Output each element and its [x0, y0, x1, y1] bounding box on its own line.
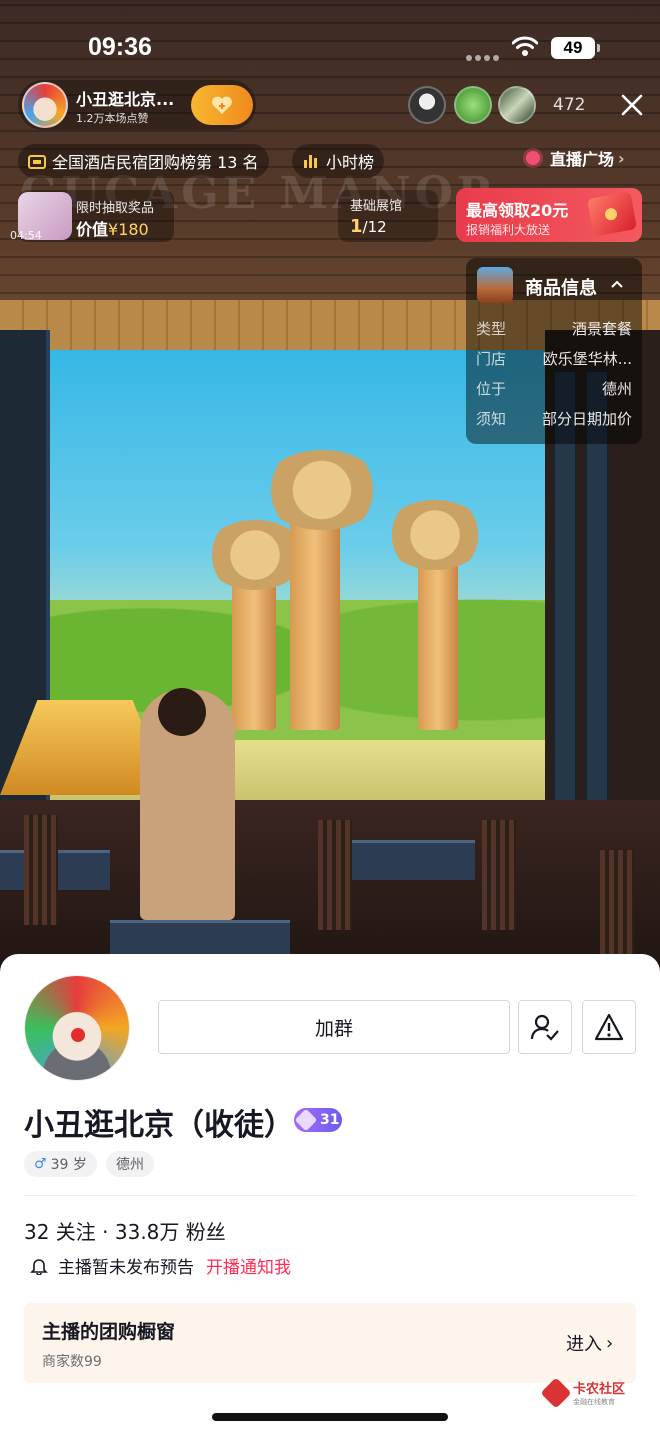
- shop-subtitle: 商家数99: [42, 1354, 102, 1370]
- profile-name: 小丑逛北京（收徒）: [24, 1108, 294, 1143]
- close-icon[interactable]: [620, 93, 644, 117]
- shop-title: 主播的团购橱窗: [42, 1321, 176, 1343]
- battery-indicator: 49: [551, 37, 600, 59]
- baobab-crown: [262, 450, 382, 530]
- follow-stats[interactable]: 32 关注 · 33.8万 粉丝: [24, 1216, 226, 1245]
- divider: [24, 1195, 636, 1196]
- exhibit-page: 1/12: [350, 216, 387, 237]
- status-time: 09:36: [88, 33, 152, 61]
- exhibit-current: 1: [350, 216, 363, 237]
- heart-plus-icon: [212, 96, 232, 114]
- product-thumbnail: [477, 267, 513, 303]
- baobab-crown: [385, 500, 485, 570]
- red-envelope-icon: [587, 191, 637, 237]
- table: [335, 840, 475, 880]
- hotel-icon: [28, 155, 46, 169]
- viewer-avatar[interactable]: [454, 86, 492, 124]
- broadcast-notice: 主播暂未发布预告 开播通知我: [30, 1253, 291, 1278]
- male-icon: ♂: [34, 1156, 47, 1172]
- prize-timer: 04:54: [10, 229, 42, 242]
- prize-value-label: 价值: [76, 220, 109, 239]
- profile-avatar[interactable]: [24, 975, 130, 1081]
- bell-icon: [30, 1258, 48, 1275]
- community-watermark: 卡农社区 金融在线教育: [540, 1376, 625, 1409]
- bar-chart-icon: [304, 155, 317, 168]
- home-indicator[interactable]: [212, 1413, 448, 1421]
- ranking-tag[interactable]: 全国酒店民宿团购榜第 13 名: [18, 144, 269, 178]
- chevron-right-icon: ›: [606, 1332, 614, 1354]
- exhibit-title: 基础展馆: [350, 199, 403, 214]
- notice-text: 主播暂未发布预告: [58, 1258, 194, 1278]
- wifi-icon: [512, 36, 538, 56]
- chair: [24, 815, 58, 925]
- exhibit-total: /12: [362, 218, 387, 236]
- follow-button[interactable]: [191, 85, 253, 125]
- follow-user-button[interactable]: [518, 1000, 572, 1054]
- prize-title: 限时抽取奖品: [76, 201, 155, 216]
- warning-icon: [594, 1013, 624, 1041]
- product-row: 门店 欧乐堡华林...: [476, 350, 632, 368]
- chevron-right-icon: ›: [618, 148, 625, 168]
- product-info-title[interactable]: 商品信息: [525, 274, 597, 300]
- live-dot-icon: [526, 151, 540, 165]
- report-button[interactable]: [582, 1000, 636, 1054]
- host-avatar[interactable]: [22, 82, 68, 128]
- product-row: 位于 德州: [476, 380, 632, 398]
- prize-value-amount: ¥180: [108, 220, 149, 239]
- live-square-link[interactable]: 直播广场 ›: [526, 146, 625, 170]
- host-name[interactable]: 小丑逛北京...: [76, 86, 186, 110]
- user-check-icon: [530, 1014, 559, 1041]
- ranking-label: 全国酒店民宿团购榜第 13 名: [52, 153, 259, 172]
- cellular-icon: [466, 46, 502, 65]
- join-group-button[interactable]: 加群: [158, 1000, 510, 1054]
- chair: [482, 820, 516, 930]
- chair: [318, 820, 352, 930]
- chair: [600, 850, 634, 960]
- product-row: 须知 部分日期加价: [476, 410, 632, 428]
- location-chip: 德州: [106, 1151, 154, 1177]
- shop-enter-link[interactable]: 进入 ›: [566, 1330, 613, 1356]
- red-packet-subtitle: 报销福利大放送: [466, 223, 551, 237]
- prize-value: 价值¥180: [76, 216, 149, 240]
- viewer-avatar[interactable]: [408, 86, 446, 124]
- chevron-up-icon[interactable]: [610, 278, 624, 292]
- gender-age-chip: ♂ 39 岁: [24, 1151, 97, 1177]
- live-square-label: 直播广场: [550, 150, 615, 169]
- notify-me-link[interactable]: 开播通知我: [206, 1253, 291, 1278]
- gem-icon: [294, 1108, 318, 1132]
- baobab-tree: [290, 500, 340, 730]
- red-packet-title: 最高领取20元: [466, 201, 569, 220]
- level-number: 31: [320, 1112, 340, 1128]
- product-row: 类型 酒景套餐: [476, 320, 632, 338]
- level-badge[interactable]: 31: [294, 1108, 342, 1132]
- viewer-avatar[interactable]: [498, 86, 536, 124]
- hourly-rank-tag[interactable]: 小时榜: [292, 144, 385, 178]
- host-likes: 1.2万本场点赞: [76, 112, 149, 125]
- watermark-logo-icon: [540, 1376, 572, 1409]
- hourly-rank-label: 小时榜: [326, 153, 375, 172]
- person-head: [158, 688, 206, 736]
- viewer-count[interactable]: 472: [553, 95, 585, 115]
